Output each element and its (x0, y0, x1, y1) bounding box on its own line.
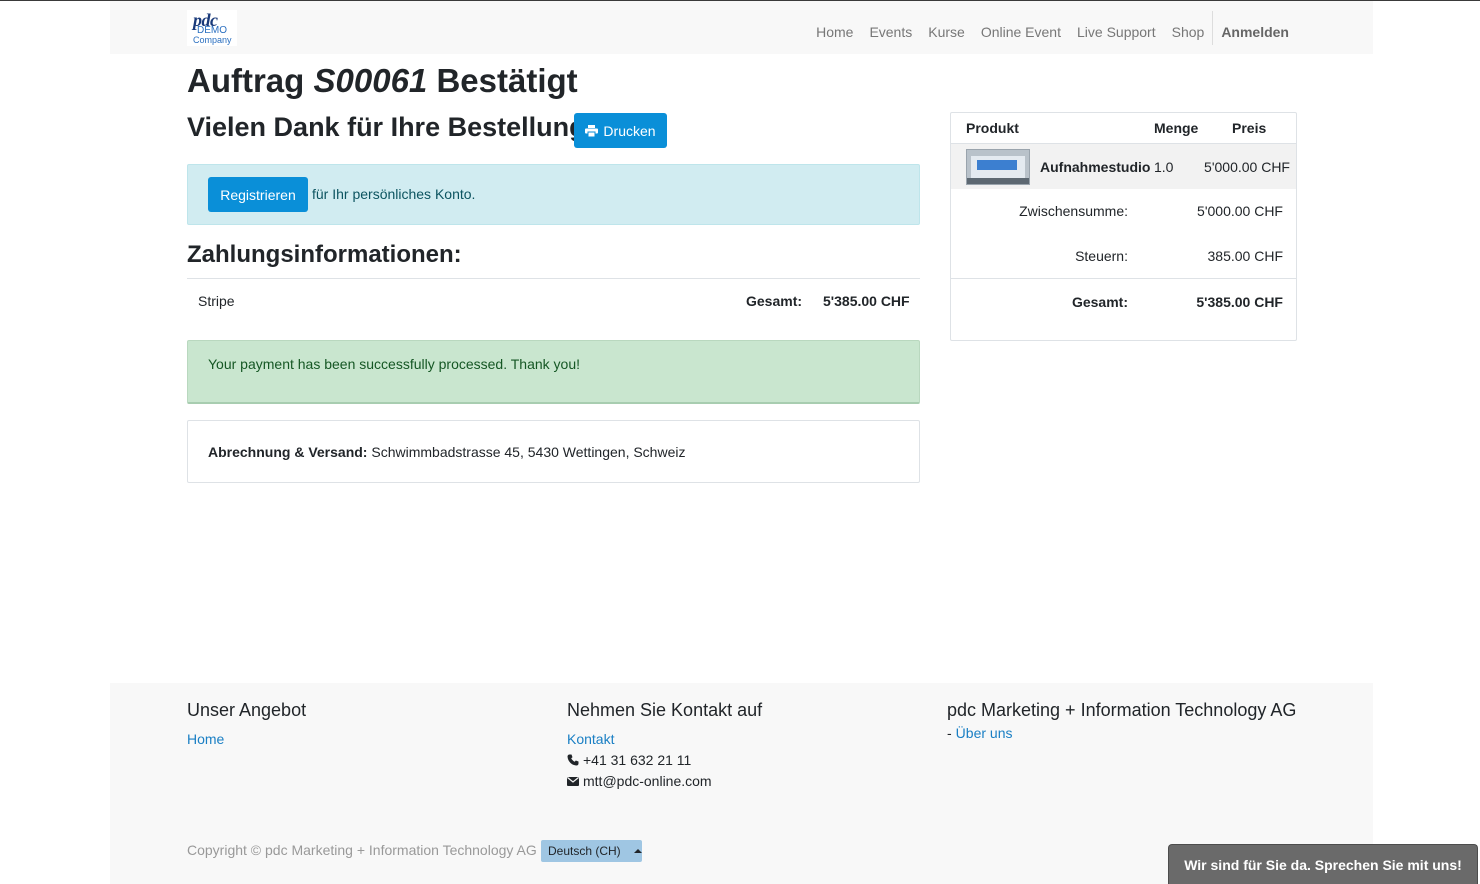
subtotal-value: 5'000.00 CHF (1197, 203, 1283, 219)
nav-events[interactable]: Events (869, 24, 912, 40)
product-qty: 1.0 (1154, 159, 1174, 175)
caret-up-icon (633, 849, 642, 853)
summary-total-value: 5'385.00 CHF (1196, 294, 1283, 310)
payment-heading: Zahlungsinformationen: (187, 241, 462, 268)
print-button[interactable]: Drucken (574, 113, 667, 148)
payment-method: Stripe (198, 293, 235, 309)
nav-online-event[interactable]: Online Event (981, 24, 1061, 40)
footer-about-prefix: - (947, 725, 952, 741)
order-number: S00061 (313, 62, 428, 99)
register-text: für Ihr persönliches Konto. (312, 186, 476, 202)
address-label: Abrechnung & Versand: (208, 444, 368, 460)
payment-total-value: 5'385.00 CHF (823, 293, 910, 309)
print-label: Drucken (603, 122, 656, 139)
logo-text-company: Company (193, 35, 232, 45)
main-nav: Home Events Kurse Online Event Live Supp… (800, 11, 1289, 45)
tax-label: Steuern: (1075, 248, 1128, 264)
subtotal-label: Zwischensumme: (1019, 203, 1128, 219)
footer-phone: +41 31 632 21 11 (567, 752, 691, 768)
tax-value: 385.00 CHF (1207, 248, 1283, 264)
nav-home[interactable]: Home (816, 24, 853, 40)
footer-contact-title: Nehmen Sie Kontakt auf (567, 700, 763, 720)
title-prefix: Auftrag (187, 62, 305, 99)
title-suffix: Bestätigt (436, 62, 578, 99)
nav-divider (1212, 11, 1214, 45)
summary-total-label: Gesamt: (1071, 294, 1128, 310)
footer-company-title: pdc Marketing + Information Technology A… (947, 700, 1297, 720)
register-alert: Registrieren für Ihr persönliches Konto. (187, 164, 920, 225)
payment-success-text: Your payment has been successfully proce… (208, 356, 580, 372)
address-panel: Abrechnung & Versand: Schwimmbadstrasse … (187, 420, 920, 483)
navbar: pdc DEMO Company Home Events Kurse Onlin… (110, 1, 1373, 54)
table-row: Aufnahmestudio 1.0 5'000.00 CHF (951, 143, 1296, 189)
nav-kurse[interactable]: Kurse (928, 24, 965, 40)
col-header-product: Produkt (966, 120, 1019, 136)
email-address[interactable]: mtt@pdc-online.com (583, 773, 712, 789)
language-selector[interactable]: Deutsch (CH) (541, 840, 642, 862)
envelope-icon (567, 777, 579, 786)
footer-about: - Über uns (947, 725, 1012, 741)
nav-live-support[interactable]: Live Support (1077, 24, 1156, 40)
col-header-qty: Menge (1154, 120, 1199, 136)
product-price: 5'000.00 CHF (1204, 159, 1290, 175)
phone-icon (567, 754, 579, 766)
live-chat-tab[interactable]: Wir sind für Sie da. Sprechen Sie mit un… (1168, 844, 1478, 884)
payment-total-label: Gesamt: (746, 293, 803, 309)
page-title: Auftrag S00061 Bestätigt (187, 62, 578, 100)
language-label: Deutsch (CH) (548, 844, 621, 858)
phone-number: +41 31 632 21 11 (583, 752, 692, 768)
payment-success-alert: Your payment has been successfully proce… (187, 340, 920, 404)
summary-divider (951, 278, 1296, 279)
company-logo[interactable]: pdc DEMO Company (187, 10, 237, 46)
copyright-text: Copyright © pdc Marketing + Information … (187, 842, 537, 858)
col-header-price: Preis (1232, 120, 1267, 136)
login-link[interactable]: Anmelden (1221, 24, 1289, 40)
footer-email: mtt@pdc-online.com (567, 773, 712, 789)
address-line: Abrechnung & Versand: Schwimmbadstrasse … (208, 444, 685, 460)
nav-shop[interactable]: Shop (1172, 24, 1205, 40)
product-thumbnail (966, 149, 1030, 185)
order-summary: Produkt Menge Preis Aufnahmestudio 1.0 5… (950, 112, 1297, 341)
thank-you-heading: Vielen Dank für Ihre Bestellung (187, 112, 586, 142)
footer-offer-title: Unser Angebot (187, 700, 307, 720)
footer-contact-link[interactable]: Kontakt (567, 731, 614, 747)
payment-row: Stripe Gesamt: 5'385.00 CHF (187, 279, 920, 323)
register-button[interactable]: Registrieren (208, 177, 308, 212)
address-value: Schwimmbadstrasse 45, 5430 Wettingen, Sc… (371, 444, 686, 460)
printer-icon (585, 124, 599, 137)
footer-home-link[interactable]: Home (187, 731, 224, 747)
product-name[interactable]: Aufnahmestudio (1040, 159, 1150, 175)
logo-text-demo: DEMO (197, 25, 227, 36)
footer-about-link[interactable]: Über uns (956, 725, 1013, 741)
